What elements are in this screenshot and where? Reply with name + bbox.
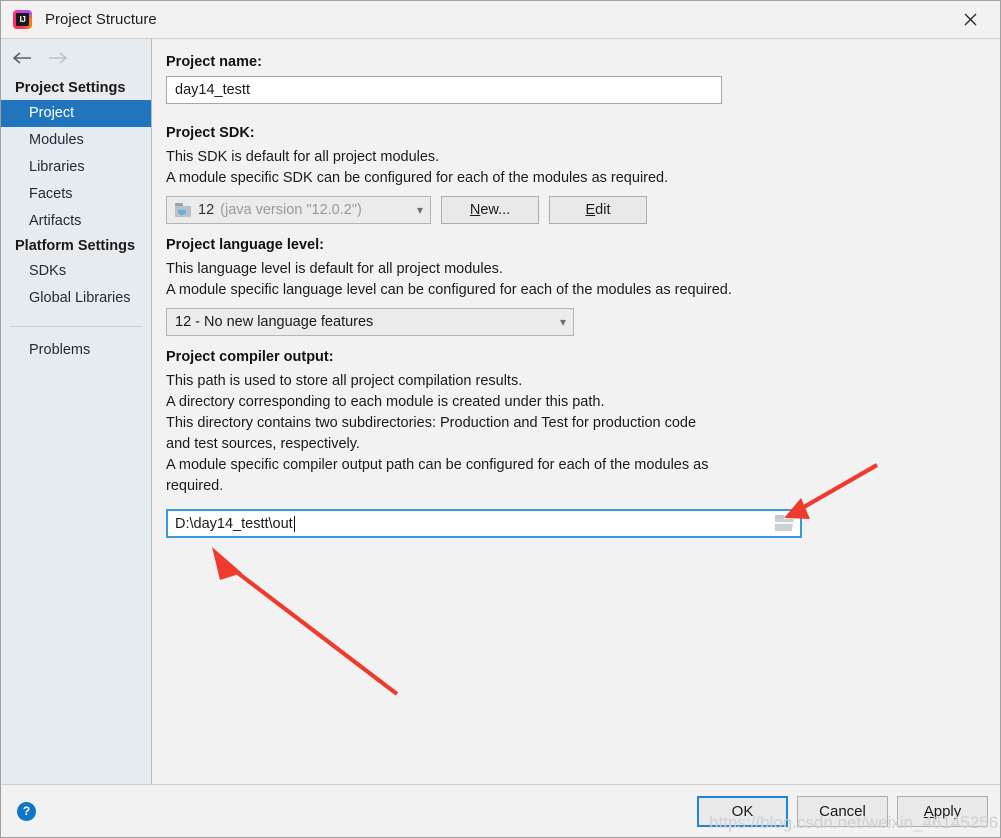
sidebar-group-platform-settings: Platform Settings bbox=[1, 235, 151, 258]
project-sdk-description-line-2: A module specific SDK can be configured … bbox=[166, 168, 986, 189]
title-bar: Project Structure bbox=[1, 1, 1000, 38]
compiler-output-description-line-1: This path is used to store all project c… bbox=[166, 371, 986, 392]
red-arrow-bottom bbox=[212, 547, 397, 694]
compiler-output-description-line-4: and test sources, respectively. bbox=[166, 434, 986, 455]
compiler-output-path-value: D:\day14_testt\out bbox=[175, 516, 293, 532]
language-level-description-line-2: A module specific language level can be … bbox=[166, 280, 986, 301]
compiler-output-label: Project compiler output: bbox=[166, 348, 986, 366]
project-sdk-detail: (java version "12.0.2") bbox=[220, 202, 362, 218]
folder-browse-icon[interactable] bbox=[774, 514, 796, 533]
project-sdk-description-line-1: This SDK is default for all project modu… bbox=[166, 147, 986, 168]
edit-sdk-button[interactable]: Edit bbox=[549, 196, 647, 224]
help-question-icon[interactable]: ? bbox=[17, 802, 36, 821]
language-level-label: Project language level: bbox=[166, 236, 986, 254]
project-settings-panel: Project name: day14_testt Project SDK: T… bbox=[152, 39, 1000, 784]
chevron-down-icon: ▾ bbox=[417, 204, 423, 216]
sidebar-item-project[interactable]: Project bbox=[1, 100, 151, 127]
close-icon[interactable] bbox=[940, 1, 1000, 38]
new-sdk-button[interactable]: New... bbox=[441, 196, 539, 224]
project-sdk-version: 12 bbox=[198, 202, 214, 218]
project-sdk-row: 12 (java version "12.0.2") ▾ New... Edit bbox=[166, 196, 986, 224]
ok-button[interactable]: OK bbox=[697, 796, 788, 827]
close-glyph bbox=[964, 13, 977, 26]
language-level-select[interactable]: 12 - No new language features ▾ bbox=[166, 308, 574, 336]
sidebar-item-modules[interactable]: Modules bbox=[1, 127, 151, 154]
sidebar-item-problems[interactable]: Problems bbox=[1, 337, 151, 364]
text-caret bbox=[294, 516, 295, 532]
project-structure-dialog: Project Structure Project Settings Proje… bbox=[0, 0, 1001, 838]
compiler-output-description-line-3: This directory contains two subdirectori… bbox=[166, 413, 986, 434]
new-button-label: ew... bbox=[480, 202, 510, 218]
sidebar-item-global-libraries[interactable]: Global Libraries bbox=[1, 285, 151, 312]
sidebar-divider bbox=[10, 326, 142, 327]
edit-button-mnemonic: E bbox=[586, 202, 596, 218]
intellij-idea-logo-icon bbox=[13, 10, 32, 29]
apply-button[interactable]: Apply bbox=[897, 796, 988, 827]
chevron-down-icon: ▾ bbox=[560, 316, 566, 328]
compiler-output-path-input[interactable]: D:\day14_testt\out bbox=[166, 509, 802, 538]
project-sdk-label: Project SDK: bbox=[166, 124, 986, 142]
project-sdk-select[interactable]: 12 (java version "12.0.2") ▾ bbox=[166, 196, 431, 224]
sidebar-item-sdks[interactable]: SDKs bbox=[1, 258, 151, 285]
compiler-output-description-line-6: required. bbox=[166, 476, 986, 497]
edit-button-label: dit bbox=[595, 202, 610, 218]
dialog-footer: ? OK Cancel Apply bbox=[1, 784, 1000, 837]
apply-button-mnemonic: A bbox=[924, 803, 934, 820]
sidebar-group-project-settings: Project Settings bbox=[1, 77, 151, 100]
arrow-left-icon[interactable] bbox=[12, 51, 32, 65]
new-button-mnemonic: N bbox=[470, 202, 480, 218]
language-level-description-line-1: This language level is default for all p… bbox=[166, 259, 986, 280]
language-level-value: 12 - No new language features bbox=[175, 314, 373, 330]
project-name-label: Project name: bbox=[166, 53, 986, 71]
arrow-right-icon bbox=[48, 51, 68, 65]
project-name-input[interactable]: day14_testt bbox=[166, 76, 722, 104]
settings-sidebar: Project Settings Project Modules Librari… bbox=[1, 39, 152, 784]
sidebar-item-libraries[interactable]: Libraries bbox=[1, 154, 151, 181]
cancel-button[interactable]: Cancel bbox=[797, 796, 888, 827]
sidebar-item-artifacts[interactable]: Artifacts bbox=[1, 208, 151, 235]
sidebar-item-facets[interactable]: Facets bbox=[1, 181, 151, 208]
apply-button-label: pply bbox=[934, 803, 962, 820]
compiler-output-description-line-2: A directory corresponding to each module… bbox=[166, 392, 986, 413]
navigation-arrows bbox=[1, 39, 151, 77]
java-folder-icon bbox=[175, 203, 192, 217]
dialog-body: Project Settings Project Modules Librari… bbox=[1, 38, 1000, 784]
compiler-output-description-line-5: A module specific compiler output path c… bbox=[166, 455, 986, 476]
footer-buttons: OK Cancel Apply bbox=[697, 796, 988, 827]
window-title: Project Structure bbox=[45, 11, 157, 28]
